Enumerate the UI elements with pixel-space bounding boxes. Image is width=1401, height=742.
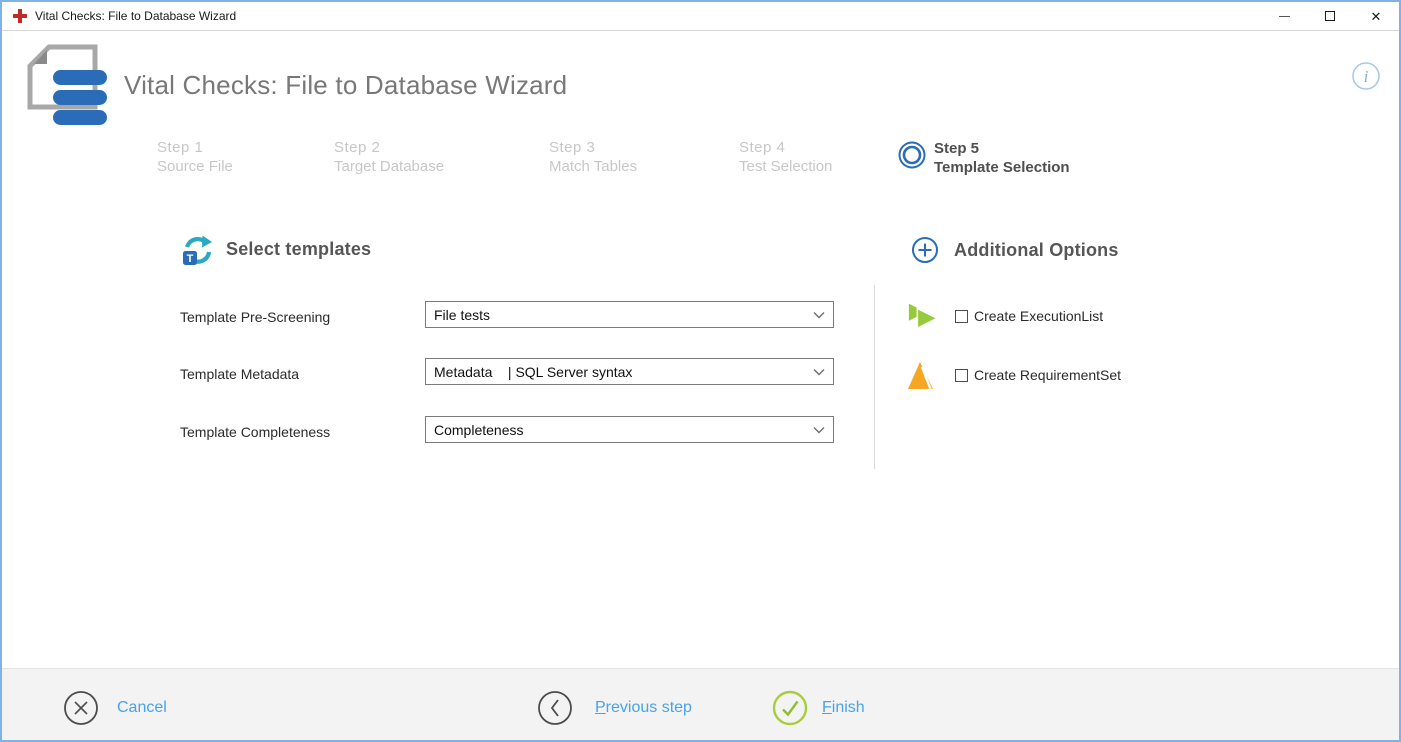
- window-title: Vital Checks: File to Database Wizard: [35, 9, 236, 23]
- maximize-button[interactable]: [1307, 2, 1353, 31]
- info-icon: i: [1351, 61, 1381, 91]
- footer-bar: Cancel Previous step Finish: [2, 668, 1399, 740]
- back-circle-icon: [537, 690, 573, 726]
- cancel-label: Cancel: [117, 699, 167, 717]
- finish-label: Finish: [822, 699, 865, 717]
- execution-list-icon: [907, 301, 939, 331]
- step-indicator-1: Step 1 Source File: [157, 138, 233, 176]
- wizard-window: Vital Checks: File to Database Wizard ✕ …: [0, 0, 1401, 742]
- dropdown-template-metadata[interactable]: Metadata | SQL Server syntax: [425, 358, 834, 385]
- red-cross-app-icon: [12, 8, 28, 24]
- finish-button[interactable]: Finish: [772, 690, 865, 726]
- previous-step-button[interactable]: Previous step: [537, 690, 692, 726]
- page-title: Vital Checks: File to Database Wizard: [124, 70, 567, 101]
- select-templates-header: T Select templates: [181, 233, 371, 266]
- label-template-metadata: Template Metadata: [180, 366, 299, 382]
- chevron-down-icon: [813, 311, 825, 319]
- dropdown-value: Completeness: [434, 422, 813, 438]
- info-button[interactable]: i: [1351, 61, 1381, 96]
- template-sync-icon: T: [181, 233, 214, 266]
- active-step-ring-icon: [897, 140, 927, 170]
- file-database-logo: [17, 41, 107, 131]
- cancel-button[interactable]: Cancel: [63, 690, 167, 726]
- label-template-pre-screening: Template Pre-Screening: [180, 309, 330, 325]
- step-indicator-2: Step 2 Target Database: [334, 138, 444, 176]
- option-create-requirementset[interactable]: Create RequirementSet: [907, 359, 1121, 391]
- svg-text:i: i: [1364, 67, 1369, 86]
- cancel-circle-icon: [63, 690, 99, 726]
- minimize-icon: [1279, 16, 1290, 17]
- step-indicator-4: Step 4 Test Selection: [739, 138, 832, 176]
- section-divider: [874, 285, 875, 469]
- dropdown-template-pre-screening[interactable]: File tests: [425, 301, 834, 328]
- requirement-set-icon: [907, 360, 937, 390]
- dropdown-value: File tests: [434, 307, 813, 323]
- maximize-icon: [1325, 11, 1335, 21]
- step-indicator-5-active: Step 5 Template Selection: [897, 139, 1070, 177]
- window-controls: ✕: [1261, 2, 1399, 31]
- checkbox-create-executionlist[interactable]: [955, 310, 968, 323]
- additional-options-header: Additional Options: [911, 236, 1119, 264]
- dropdown-value: Metadata | SQL Server syntax: [434, 364, 813, 380]
- additional-options-title: Additional Options: [954, 240, 1119, 261]
- option-create-executionlist[interactable]: Create ExecutionList: [907, 300, 1103, 332]
- previous-step-label: Previous step: [595, 699, 692, 717]
- check-circle-icon: [772, 690, 808, 726]
- select-templates-title: Select templates: [226, 239, 371, 260]
- title-bar: Vital Checks: File to Database Wizard ✕: [2, 2, 1399, 31]
- chevron-down-icon: [813, 368, 825, 376]
- svg-text:T: T: [187, 253, 194, 265]
- minimize-button[interactable]: [1261, 2, 1307, 31]
- step-indicator-3: Step 3 Match Tables: [549, 138, 637, 176]
- option-label[interactable]: Create RequirementSet: [974, 367, 1121, 383]
- circle-plus-icon: [911, 236, 939, 264]
- close-icon: ✕: [1371, 10, 1382, 23]
- checkbox-create-requirementset[interactable]: [955, 369, 968, 382]
- close-button[interactable]: ✕: [1353, 2, 1399, 31]
- label-template-completeness: Template Completeness: [180, 424, 330, 440]
- option-label[interactable]: Create ExecutionList: [974, 308, 1103, 324]
- chevron-down-icon: [813, 426, 825, 434]
- dropdown-template-completeness[interactable]: Completeness: [425, 416, 834, 443]
